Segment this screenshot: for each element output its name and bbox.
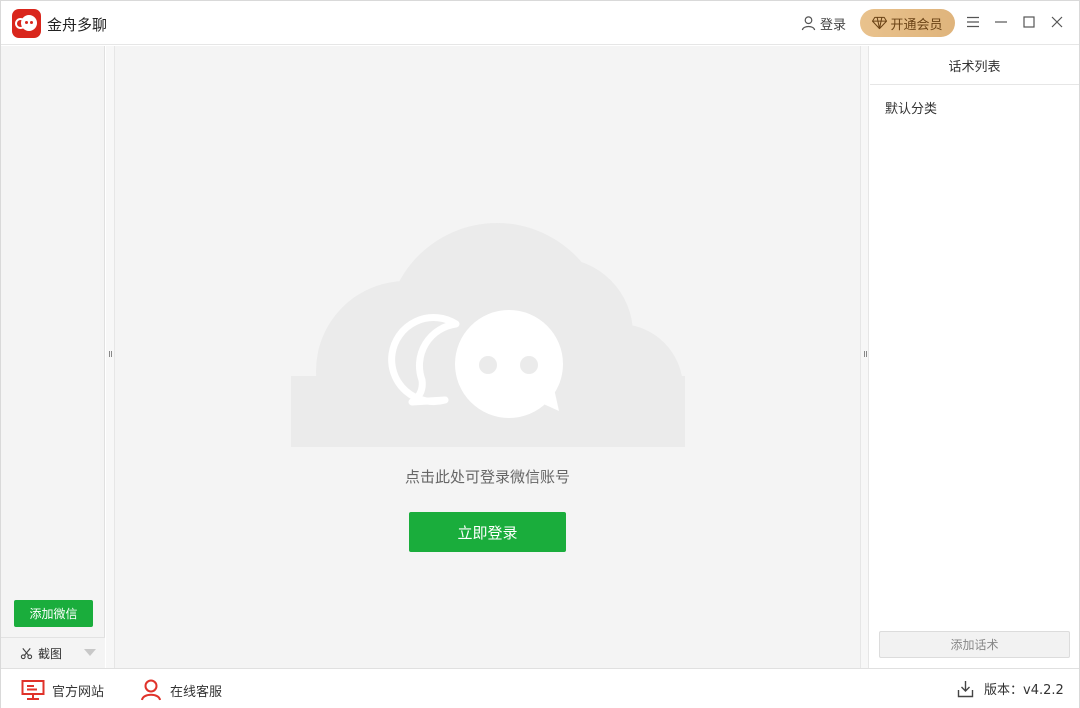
version-label: 版本： — [984, 683, 1024, 698]
account-list-panel: 添加微信 截图 — [1, 46, 105, 668]
status-bar: 官方网站 在线客服 版本：v4.2.2 — [1, 668, 1079, 708]
version-info: 版本：v4.2.2 — [957, 679, 1064, 698]
maximize-icon — [1023, 16, 1035, 28]
chat-bubbles-logo-icon — [12, 9, 41, 38]
chat-bubble-front-icon — [455, 310, 563, 418]
main-content: 点击此处可登录微信账号 立即登录 — [115, 46, 860, 668]
screenshot-label: 截图 — [38, 647, 63, 661]
menu-button[interactable] — [964, 13, 982, 31]
website-label: 官方网站 — [52, 684, 105, 700]
support-user-icon — [141, 679, 161, 701]
download-icon[interactable] — [957, 680, 974, 698]
cloud-chat-illustration[interactable] — [291, 216, 685, 448]
right-splitter[interactable] — [860, 46, 869, 668]
menu-icon — [967, 16, 979, 28]
title-bar: 金舟多聊 登录 开通会员 — [1, 1, 1079, 45]
screenshot-button[interactable]: 截图 — [20, 645, 62, 662]
screenshot-dropdown[interactable] — [81, 645, 99, 661]
diamond-icon — [872, 16, 888, 30]
app-window: 金舟多聊 登录 开通会员 添加微信 截图 点击此处可登录微信账号 立即登录 话术… — [0, 0, 1080, 708]
scissors-icon — [20, 648, 33, 660]
minimize-button[interactable] — [992, 13, 1010, 31]
close-icon — [1051, 16, 1063, 28]
support-label: 在线客服 — [170, 684, 223, 700]
category-item-default[interactable]: 默认分类 — [885, 98, 937, 117]
splitter-grip-icon — [108, 351, 113, 359]
vip-button[interactable]: 开通会员 — [860, 9, 955, 37]
monitor-icon — [21, 680, 45, 700]
splitter-grip-icon — [863, 351, 868, 359]
login-label: 登录 — [820, 17, 847, 33]
version-value: v4.2.2 — [1023, 683, 1064, 698]
maximize-button[interactable] — [1020, 13, 1038, 31]
login-now-button[interactable]: 立即登录 — [409, 512, 566, 552]
left-splitter[interactable] — [106, 46, 115, 668]
script-list-header: 话术列表 — [870, 46, 1079, 85]
user-icon — [801, 16, 816, 31]
app-title: 金舟多聊 — [47, 16, 108, 34]
online-support-link[interactable]: 在线客服 — [139, 679, 222, 701]
vip-label: 开通会员 — [890, 17, 943, 33]
official-website-link[interactable]: 官方网站 — [21, 679, 104, 701]
login-prompt-text[interactable]: 点击此处可登录微信账号 — [115, 466, 860, 487]
screenshot-bar: 截图 — [1, 637, 105, 668]
login-button[interactable]: 登录 — [801, 13, 846, 33]
script-list-panel: 话术列表 默认分类 添加话术 — [870, 46, 1079, 668]
close-button[interactable] — [1048, 13, 1066, 31]
add-wechat-button[interactable]: 添加微信 — [14, 600, 93, 627]
add-script-button[interactable]: 添加话术 — [879, 631, 1070, 658]
minimize-icon — [995, 21, 1007, 23]
